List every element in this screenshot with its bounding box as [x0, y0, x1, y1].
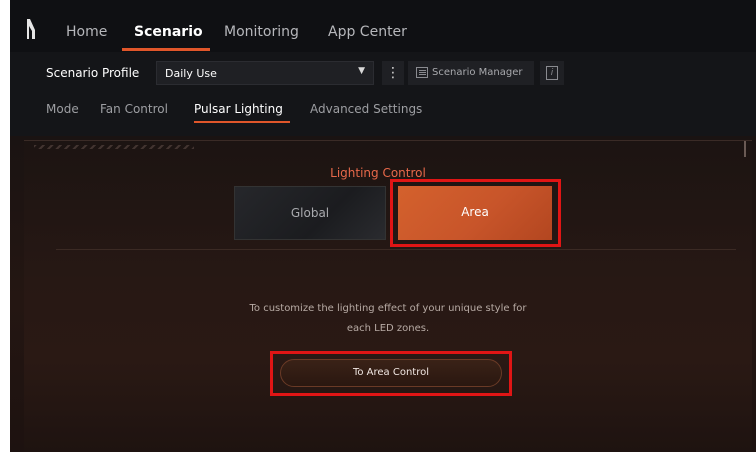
lighting-panel: [24, 140, 752, 452]
nav-tab-scenario[interactable]: Scenario: [134, 24, 203, 40]
scenario-profile-label: Scenario Profile: [46, 66, 140, 80]
area-option-button[interactable]: Area: [398, 186, 552, 240]
to-area-control-label: To Area Control: [352, 367, 430, 378]
description-line-1: To customize the lighting effect of your…: [249, 303, 527, 314]
subtab-advanced-settings[interactable]: Advanced Settings: [310, 102, 422, 116]
subtab-fan-control[interactable]: Fan Control: [100, 102, 168, 116]
list-icon: [416, 67, 428, 78]
global-option-button[interactable]: Global: [234, 186, 386, 240]
description-line-2: each LED zones.: [346, 323, 430, 334]
top-navigation: Home Scenario Monitoring App Center: [10, 0, 756, 52]
info-icon: i: [546, 66, 558, 80]
scenario-profile-value: Daily Use: [165, 67, 217, 80]
active-subtab-indicator: [194, 121, 290, 123]
scenario-manager-button[interactable]: Scenario Manager: [408, 61, 534, 85]
more-options-icon[interactable]: ⋮: [382, 61, 404, 85]
scenario-manager-label: Scenario Manager: [432, 67, 523, 78]
caret-down-icon: ▼: [358, 66, 365, 76]
area-option-label: Area: [461, 205, 489, 219]
panel-decoration: [34, 145, 194, 149]
info-button[interactable]: i: [540, 61, 564, 85]
scenario-profile-dropdown[interactable]: Daily Use ▼: [156, 61, 374, 85]
subtab-pulsar-lighting[interactable]: Pulsar Lighting: [194, 102, 283, 116]
global-option-label: Global: [290, 206, 330, 220]
to-area-control-button[interactable]: To Area Control: [280, 359, 502, 387]
subtab-mode[interactable]: Mode: [46, 102, 79, 116]
active-tab-indicator: [122, 48, 210, 51]
nav-tab-home[interactable]: Home: [66, 24, 107, 40]
lighting-control-title: Lighting Control: [330, 166, 426, 180]
nav-tab-app-center[interactable]: App Center: [328, 24, 407, 40]
nav-tab-monitoring[interactable]: Monitoring: [224, 24, 299, 40]
app-logo-icon: [27, 19, 35, 39]
divider: [56, 249, 736, 250]
panel-corner-decoration: [744, 141, 752, 157]
